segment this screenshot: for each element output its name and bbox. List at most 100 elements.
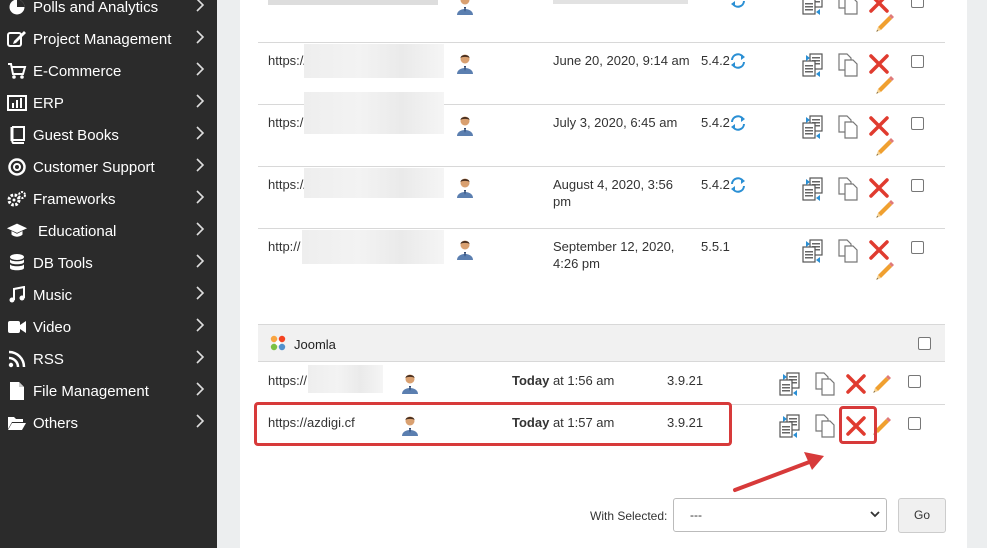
delete-icon[interactable]	[868, 239, 890, 261]
row-checkbox[interactable]	[911, 241, 924, 254]
upgrade-icon[interactable]	[730, 0, 746, 8]
install-version: 5.4.2	[701, 53, 730, 68]
sidebar-item-frameworks[interactable]: Frameworks	[0, 183, 217, 215]
sidebar-item-label: Polls and Analytics	[33, 0, 159, 16]
chevron-right-icon	[195, 94, 211, 112]
sidebar-item-customer-support[interactable]: Customer Support	[0, 151, 217, 183]
row-checkbox[interactable]	[908, 417, 921, 430]
sidebar-item-label: Guest Books	[33, 126, 119, 144]
bar-chart-icon	[6, 94, 28, 112]
sidebar-item-erp[interactable]: ERP	[0, 87, 217, 119]
row-divider	[258, 42, 945, 43]
backup-icon[interactable]	[800, 114, 826, 140]
rss-icon	[6, 350, 28, 368]
lifebuoy-icon	[6, 158, 28, 176]
edit-pencil-icon[interactable]	[874, 260, 896, 282]
user-icon	[456, 0, 474, 16]
clone-icon[interactable]	[813, 413, 837, 439]
install-date-line2: pm	[553, 194, 572, 209]
sidebar-item-others[interactable]: Others	[0, 407, 217, 439]
blurred-url	[308, 365, 383, 393]
upgrade-icon[interactable]	[730, 53, 746, 69]
sidebar-item-label: Video	[33, 318, 72, 336]
sidebar-item-label: File Management	[33, 382, 149, 400]
sidebar: Polls and Analytics Project Management E…	[0, 0, 217, 548]
user-icon	[456, 53, 474, 75]
install-url[interactable]: http://	[268, 239, 301, 254]
clone-icon[interactable]	[836, 52, 860, 78]
gears-icon	[6, 190, 28, 208]
clone-icon[interactable]	[836, 114, 860, 140]
row-checkbox[interactable]	[911, 0, 924, 8]
backup-icon[interactable]	[777, 413, 803, 439]
edit-pencil-icon[interactable]	[874, 198, 896, 220]
file-icon	[6, 381, 28, 401]
date-time: at 1:56 am	[549, 373, 615, 388]
backup-icon[interactable]	[777, 371, 803, 397]
sidebar-item-label: ERP	[33, 94, 64, 112]
chevron-right-icon	[195, 62, 211, 80]
installations-panel	[240, 0, 967, 548]
row-checkbox[interactable]	[911, 117, 924, 130]
go-button[interactable]: Go	[898, 498, 946, 533]
delete-icon[interactable]	[845, 373, 867, 395]
delete-icon[interactable]	[868, 115, 890, 137]
install-url[interactable]: https://	[268, 373, 307, 388]
edit-pencil-icon[interactable]	[874, 136, 896, 158]
sidebar-item-label: Customer Support	[33, 158, 155, 176]
upgrade-icon[interactable]	[730, 177, 746, 193]
install-version: 5.4.2	[701, 115, 730, 130]
select-all-checkbox[interactable]	[918, 337, 931, 350]
clone-icon[interactable]	[836, 0, 860, 16]
sidebar-item-label: Others	[33, 414, 79, 432]
delete-icon[interactable]	[868, 177, 890, 199]
edit-pencil-icon[interactable]	[874, 12, 896, 34]
install-date: June 20, 2020, 9:14 am	[553, 53, 690, 68]
sidebar-item-file-management[interactable]: File Management	[0, 375, 217, 407]
chevron-right-icon	[195, 190, 211, 208]
upgrade-icon[interactable]	[730, 115, 746, 131]
chevron-right-icon	[195, 254, 211, 272]
sidebar-item-label: E-Commerce	[33, 62, 122, 80]
install-url[interactable]: https://	[268, 177, 307, 192]
video-camera-icon	[6, 319, 28, 335]
clone-icon[interactable]	[813, 371, 837, 397]
sidebar-item-educational[interactable]: Educational	[0, 215, 217, 247]
sidebar-item-guest-books[interactable]: Guest Books	[0, 119, 217, 151]
edit-pencil-icon[interactable]	[874, 74, 896, 96]
backup-icon[interactable]	[800, 0, 826, 16]
with-selected-dropdown[interactable]: ---	[673, 498, 887, 532]
section-title: Joomla	[294, 337, 336, 352]
install-date: Today at 1:56 am	[512, 373, 614, 388]
delete-icon[interactable]	[868, 53, 890, 75]
edit-pencil-icon[interactable]	[871, 373, 893, 395]
folder-open-icon	[6, 415, 28, 431]
clone-icon[interactable]	[836, 176, 860, 202]
clone-icon[interactable]	[836, 238, 860, 264]
sidebar-item-rss[interactable]: RSS	[0, 343, 217, 375]
install-date: August 4, 2020, 3:56	[553, 177, 673, 192]
chevron-down-icon	[870, 499, 880, 543]
sidebar-item-label: Frameworks	[33, 190, 116, 208]
sidebar-item-music[interactable]: Music	[0, 279, 217, 311]
sidebar-item-e-commerce[interactable]: E-Commerce	[0, 55, 217, 87]
sidebar-item-video[interactable]: Video	[0, 311, 217, 343]
install-date: September 12, 2020,	[553, 239, 675, 254]
sidebar-item-polls-and-analytics[interactable]: Polls and Analytics	[0, 0, 217, 23]
chevron-right-icon	[195, 0, 211, 16]
row-checkbox[interactable]	[911, 179, 924, 192]
install-url[interactable]: https://	[268, 53, 307, 68]
backup-icon[interactable]	[800, 52, 826, 78]
backup-icon[interactable]	[800, 238, 826, 264]
chart-pie-icon	[6, 0, 28, 16]
blurred-url	[304, 168, 444, 198]
row-checkbox[interactable]	[911, 55, 924, 68]
annotation-arrow-icon	[733, 452, 824, 492]
row-checkbox[interactable]	[908, 375, 921, 388]
backup-icon[interactable]	[800, 176, 826, 202]
install-url[interactable]: https:/	[268, 115, 303, 130]
sidebar-item-project-management[interactable]: Project Management	[0, 23, 217, 55]
sidebar-item-db-tools[interactable]: DB Tools	[0, 247, 217, 279]
chevron-right-icon	[195, 30, 211, 48]
date-today: Today	[512, 373, 550, 388]
